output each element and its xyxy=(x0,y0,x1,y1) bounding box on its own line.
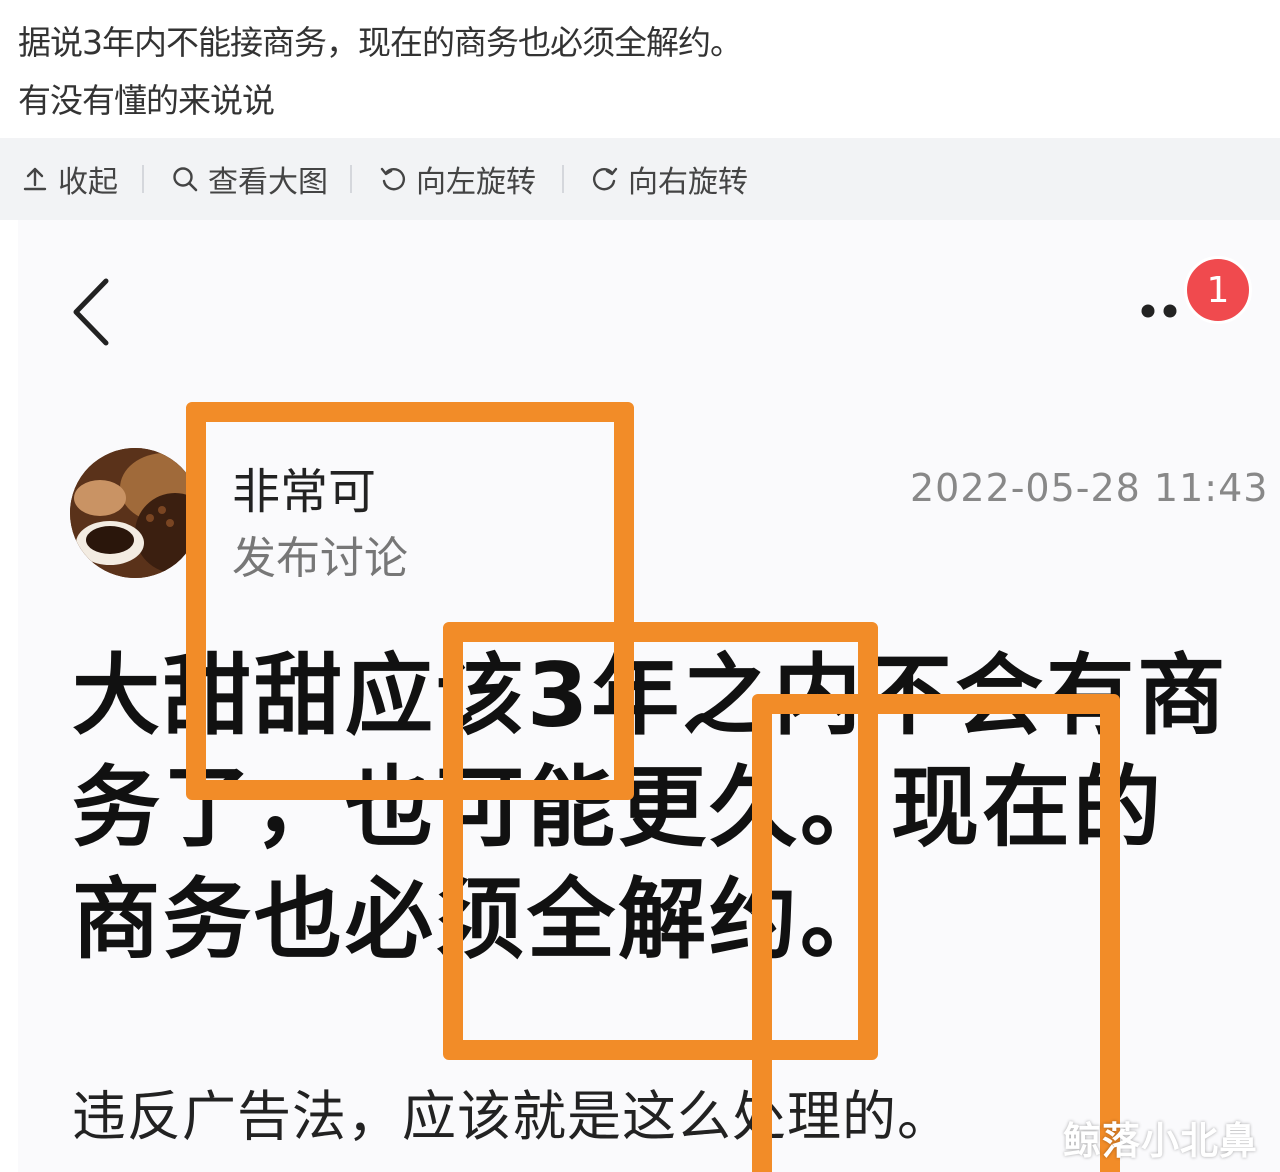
toolbar-divider xyxy=(142,165,144,193)
rotate-right-button[interactable]: 向右旋转 xyxy=(590,138,748,220)
more-dots-icon[interactable] xyxy=(1138,300,1190,322)
toolbar-divider xyxy=(350,165,352,193)
collapse-label: 收起 xyxy=(58,165,118,200)
question-text-block: 据说3年内不能接商务，现在的商务也必须全解约。 有没有懂的来说说 xyxy=(0,0,1280,138)
collapse-button[interactable]: 收起 xyxy=(20,138,118,220)
avatar[interactable] xyxy=(70,448,200,578)
toolbar-divider xyxy=(562,165,564,193)
image-toolbar: 收起 查看大图 向左旋转 向右旋转 xyxy=(0,138,1280,220)
rotate-left-icon xyxy=(378,164,408,194)
post-body: 违反广告法，应该就是这么处理的。 xyxy=(72,1085,952,1148)
view-large-label: 查看大图 xyxy=(208,165,328,200)
notification-badge: 1 xyxy=(1184,256,1252,324)
post-headline: 大甜甜应该3年之内不会有商务了，也可能更久。现在的商务也必须全解约。 xyxy=(72,644,1229,971)
watermark: 鲸落小北鼻 xyxy=(1062,1119,1258,1163)
author-name[interactable]: 非常可 xyxy=(232,452,376,522)
rotate-left-label: 向左旋转 xyxy=(416,165,536,200)
question-line-1: 据说3年内不能接商务，现在的商务也必须全解约。 xyxy=(18,23,743,62)
search-icon xyxy=(170,164,200,194)
view-large-button[interactable]: 查看大图 xyxy=(170,138,328,220)
post-timestamp: 2022-05-28 11:43 xyxy=(910,466,1269,510)
rotate-left-button[interactable]: 向左旋转 xyxy=(378,138,536,220)
question-line-2: 有没有懂的来说说 xyxy=(18,81,275,120)
rotate-right-icon xyxy=(590,164,620,194)
author-action: 发布讨论 xyxy=(232,533,408,584)
back-arrow-icon[interactable] xyxy=(70,275,120,349)
collapse-icon xyxy=(20,164,50,194)
rotate-right-label: 向右旋转 xyxy=(628,165,748,200)
